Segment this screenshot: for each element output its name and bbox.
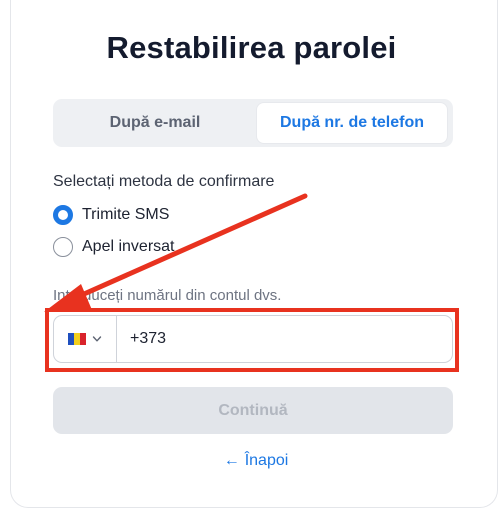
phone-input[interactable]: +373 (130, 316, 166, 362)
sms-radio[interactable] (53, 205, 73, 225)
tab-email[interactable]: După e-mail (57, 103, 253, 143)
page-title: Restabilirea parolei (106, 30, 397, 65)
chevron-down-icon (92, 336, 102, 342)
tab-phone[interactable]: După nr. de telefon (257, 103, 447, 143)
confirmation-method-label: Selectați metoda de confirmare (53, 173, 275, 190)
option-sms[interactable]: Trimite SMS (53, 204, 169, 226)
sms-label: Trimite SMS (82, 206, 170, 223)
back-label: Înapoi (244, 452, 289, 469)
phone-input-group: +373 (53, 315, 453, 363)
back-link[interactable]: ← Înapoi (0, 452, 503, 470)
recovery-method-tabs: După e-mail După nr. de telefon (53, 99, 453, 147)
option-callback[interactable]: Apel inversat (53, 236, 175, 258)
continue-button[interactable]: Continuă (53, 387, 453, 434)
moldova-flag-icon (68, 333, 86, 345)
arrow-left-icon: ← (223, 452, 240, 469)
phone-field-label: Introduceți numărul din contul dvs. (53, 287, 282, 304)
callback-radio[interactable] (53, 237, 73, 257)
country-code-select[interactable] (54, 316, 117, 362)
callback-label: Apel inversat (82, 238, 175, 255)
